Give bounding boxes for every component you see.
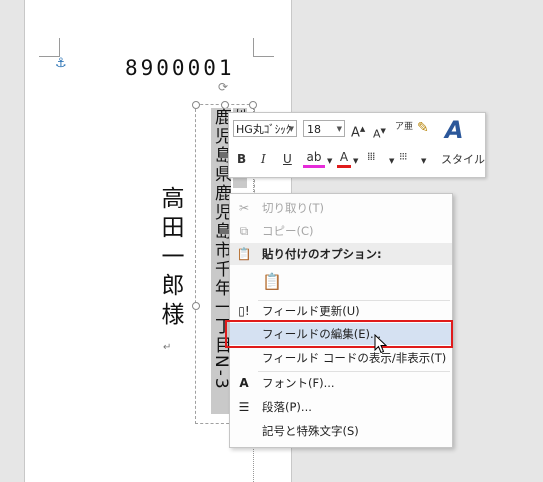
chevron-down-icon: ▼: [288, 125, 294, 133]
format-painter-icon[interactable]: ✎: [417, 120, 429, 136]
copy-icon: ⧉: [239, 224, 249, 238]
recipient-name[interactable]: 高田一郎様: [157, 186, 187, 331]
crop-mark-left: [39, 38, 60, 57]
menu-item-toggle-field-codes[interactable]: フィールド コードの表示/非表示(T): [230, 347, 452, 369]
styles-icon[interactable]: A: [445, 116, 464, 144]
menu-item-label: フィールド コードの表示/非表示(T): [262, 351, 447, 365]
shrink-font-button[interactable]: A▼: [373, 123, 386, 143]
chevron-down-icon: ▼: [336, 125, 342, 133]
paste-keep-text-button[interactable]: 📋: [230, 268, 452, 296]
menu-paste-options-header: 📋 貼り付けのオプション:: [230, 243, 452, 265]
styles-label[interactable]: スタイル: [441, 151, 485, 167]
paste-text-only-icon: 📋: [262, 272, 282, 291]
resize-handle[interactable]: [192, 302, 200, 310]
menu-item-symbols[interactable]: 記号と特殊文字(S): [230, 420, 452, 442]
menu-item-update-field[interactable]: ▯! フィールド更新(U): [230, 300, 452, 322]
menu-item-font[interactable]: A フォント(F)...: [230, 372, 452, 394]
italic-button[interactable]: I: [261, 151, 266, 167]
paragraph-mark: ↵: [163, 342, 172, 353]
menu-item-label: フォント(F)...: [262, 376, 335, 390]
scissors-icon: ✂: [238, 201, 250, 215]
bullets-icon[interactable]: ⁞⁞⁞: [367, 149, 375, 165]
grow-font-label: A: [351, 125, 360, 141]
anchor-icon: ⚓: [55, 56, 67, 71]
highlight-icon[interactable]: ab: [303, 149, 325, 168]
menu-item-label: コピー(C): [262, 224, 314, 238]
phonetic-guide-icon[interactable]: ア亜: [395, 119, 413, 135]
underline-button[interactable]: U: [283, 151, 292, 167]
font-color-button[interactable]: A: [337, 149, 351, 168]
rotate-handle-icon[interactable]: ⟳: [218, 80, 228, 94]
crop-mark-right: [253, 38, 274, 57]
chevron-down-icon[interactable]: ▼: [353, 153, 358, 169]
chevron-down-icon[interactable]: ▼: [421, 153, 426, 169]
chevron-down-icon[interactable]: ▼: [389, 153, 394, 169]
bold-button[interactable]: B: [237, 151, 246, 167]
mouse-cursor-icon: [374, 334, 388, 354]
mini-toolbar: HG丸ｺﾞｼｯｸ ▼ 18 ▼ A▲ A▼ ア亜 ✎ A スタイル B I U …: [228, 112, 486, 178]
shrink-font-label: A: [373, 127, 381, 141]
font-size-box[interactable]: 18 ▼: [303, 120, 345, 137]
grow-font-button[interactable]: A▲: [351, 121, 365, 141]
paste-icon: 📋: [236, 247, 252, 261]
menu-item-label: 貼り付けのオプション:: [262, 247, 382, 261]
menu-item-copy[interactable]: ⧉ コピー(C): [230, 220, 452, 242]
numbering-icon[interactable]: ⁝⁝⁝: [399, 149, 407, 165]
font-size-value: 18: [307, 123, 321, 136]
font-name-box[interactable]: HG丸ｺﾞｼｯｸ ▼: [233, 120, 297, 137]
menu-item-cut[interactable]: ✂ 切り取り(T): [230, 197, 452, 219]
resize-handle[interactable]: [249, 101, 257, 109]
menu-item-label: 段落(P)...: [262, 400, 312, 414]
font-icon: A: [239, 376, 249, 390]
menu-item-paragraph[interactable]: ☰ 段落(P)...: [230, 396, 452, 418]
menu-item-label: 切り取り(T): [262, 201, 324, 215]
paragraph-icon: ☰: [238, 400, 250, 414]
postal-code[interactable]: 8900001: [125, 56, 235, 80]
menu-item-label: フィールド更新(U): [262, 304, 360, 318]
font-name-value: HG丸ｺﾞｼｯｸ: [236, 123, 292, 136]
menu-item-label: 記号と特殊文字(S): [262, 424, 359, 438]
highlight-annotation-box: [225, 320, 453, 348]
update-field-icon: ▯!: [238, 304, 250, 318]
chevron-down-icon[interactable]: ▼: [327, 153, 332, 169]
resize-handle[interactable]: [192, 101, 200, 109]
